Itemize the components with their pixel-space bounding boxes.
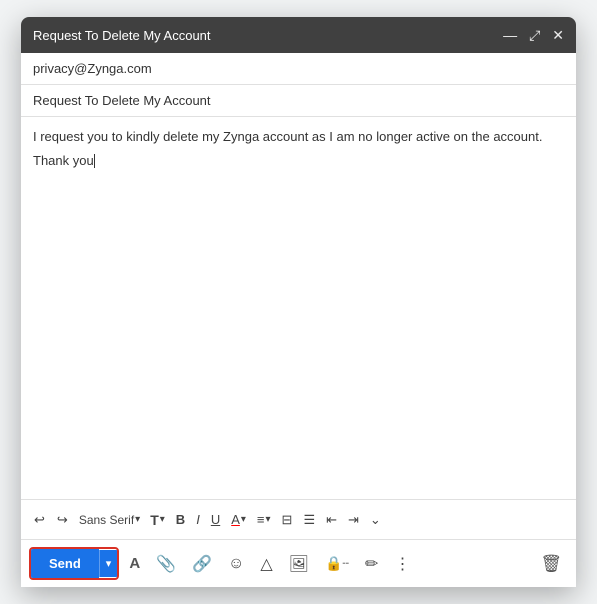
indent-more-button[interactable]: ⇥ [343, 508, 364, 532]
italic-icon: I [196, 512, 200, 527]
minimize-button[interactable]: — [503, 27, 517, 43]
align-icon: ≡ [257, 512, 265, 527]
italic-button[interactable]: I [191, 508, 205, 531]
emoji-icon: ☺ [228, 555, 244, 573]
link-button[interactable]: 🔗 [186, 550, 218, 578]
subject-value: Request To Delete My Account [33, 93, 211, 108]
indent-more-icon: ⇥ [348, 512, 359, 528]
bullet-list-button[interactable]: ☰ [298, 508, 320, 532]
close-button[interactable]: ✕ [552, 27, 564, 44]
send-button-group: Send ▾ [29, 547, 119, 580]
bottom-toolbar: Send ▾ A 📎 🔗 ☺ △ 🖼 🔒 ╌ [21, 539, 576, 587]
delete-button[interactable]: 🗑 [534, 550, 568, 578]
signature-icon: ✏ [365, 554, 378, 574]
cursor [94, 154, 95, 168]
text-size-button[interactable]: T ▾ [145, 508, 170, 532]
emoji-button[interactable]: ☺ [222, 551, 250, 577]
confidential-icon: 🔒 [325, 555, 342, 572]
compose-header: Request To Delete My Account — ⤢ ✕ [21, 17, 576, 53]
numbered-list-icon: ⊟ [282, 512, 293, 528]
compose-window: Request To Delete My Account — ⤢ ✕ priva… [21, 17, 576, 587]
bullet-list-icon: ☰ [303, 512, 315, 528]
more-options-button[interactable]: ⋮ [388, 550, 416, 578]
window-title: Request To Delete My Account [33, 28, 211, 43]
compose-body[interactable]: I request you to kindly delete my Zynga … [21, 117, 576, 499]
drive-button[interactable]: △ [254, 550, 278, 578]
expand-button[interactable]: ⤢ [529, 27, 540, 44]
more-formatting-button[interactable]: ⌄ [365, 508, 386, 532]
attach-icon: 📎 [156, 554, 176, 574]
more-formatting-icon: ⌄ [370, 512, 381, 528]
header-controls: — ⤢ ✕ [503, 27, 564, 44]
image-icon: 🖼 [289, 554, 309, 574]
send-button[interactable]: Send [31, 549, 99, 578]
font-name: Sans Serif [79, 513, 134, 527]
send-dropdown-button[interactable]: ▾ [99, 550, 118, 577]
attach-button[interactable]: 📎 [150, 550, 182, 578]
font-selector[interactable]: Sans Serif ▾ [75, 511, 144, 529]
more-options-icon: ⋮ [394, 554, 410, 574]
to-field[interactable]: privacy@Zynga.com [21, 53, 576, 85]
link-icon: 🔗 [192, 554, 212, 574]
body-line1: I request you to kindly delete my Zynga … [33, 127, 564, 147]
numbered-list-button[interactable]: ⊟ [277, 508, 298, 532]
redo-icon: ↪ [57, 512, 68, 528]
text-size-icon: T [150, 512, 159, 528]
undo-button[interactable]: ↩ [29, 508, 50, 532]
body-line2: Thank you [33, 151, 564, 171]
font-chevron-icon: ▾ [135, 514, 140, 525]
underline-icon: U [211, 512, 220, 527]
image-button[interactable]: 🖼 [283, 550, 315, 578]
formatting-toolbar: ↩ ↪ Sans Serif ▾ T ▾ B I U A [21, 499, 576, 539]
text-color-button[interactable]: A ▾ [226, 508, 251, 531]
drive-icon: △ [260, 554, 272, 574]
redo-button[interactable]: ↪ [52, 508, 73, 532]
signature-button[interactable]: ✏ [359, 550, 384, 578]
subject-field[interactable]: Request To Delete My Account [21, 85, 576, 117]
format-text-icon: A [129, 555, 140, 572]
confidential-button[interactable]: 🔒 ╌ [319, 551, 355, 576]
bold-icon: B [176, 512, 185, 527]
bold-button[interactable]: B [171, 508, 190, 531]
align-button[interactable]: ≡ ▾ [252, 508, 276, 531]
underline-button[interactable]: U [206, 508, 225, 531]
indent-less-button[interactable]: ⇤ [321, 508, 342, 532]
delete-icon: 🗑 [540, 554, 562, 573]
color-chevron-icon: ▾ [241, 514, 246, 525]
undo-icon: ↩ [34, 512, 45, 528]
text-color-icon: A [231, 512, 240, 527]
size-chevron-icon: ▾ [160, 514, 165, 525]
indent-less-icon: ⇤ [326, 512, 337, 528]
confidential-strike: ╌ [342, 557, 349, 570]
bottom-left: Send ▾ A 📎 🔗 ☺ △ 🖼 🔒 ╌ [29, 547, 416, 580]
to-value: privacy@Zynga.com [33, 61, 152, 76]
align-chevron-icon: ▾ [266, 514, 271, 525]
format-text-button[interactable]: A [123, 551, 146, 576]
